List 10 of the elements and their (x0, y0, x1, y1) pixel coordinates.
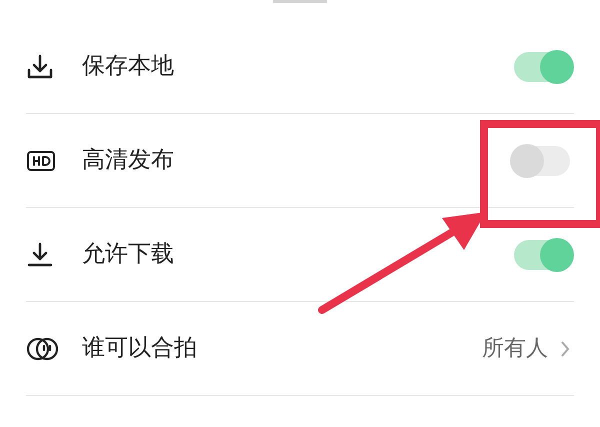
setting-label: 保存本地 (82, 52, 174, 82)
setting-label: 高清发布 (82, 146, 174, 176)
setting-value: 所有人 (482, 335, 548, 363)
setting-label: 谁可以合拍 (82, 334, 197, 364)
duet-icon (26, 336, 60, 362)
hd-icon (26, 148, 56, 172)
download-icon (26, 52, 54, 80)
download-icon (26, 240, 54, 268)
chevron-right-icon (560, 340, 570, 358)
setting-label: 允许下载 (82, 240, 174, 270)
